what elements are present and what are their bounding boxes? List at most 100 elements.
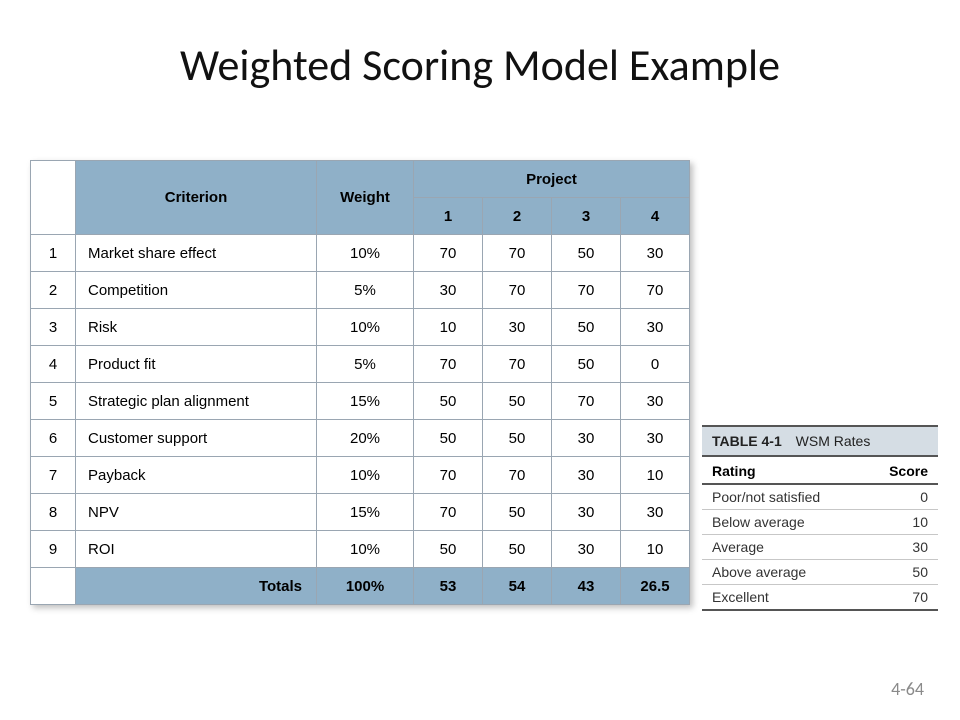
row-index: 5 [31, 383, 76, 420]
table-row: 4Product fit5%7070500 [31, 346, 690, 383]
table-row: 6Customer support20%50503030 [31, 420, 690, 457]
wsm-header-criterion: Criterion [76, 161, 317, 235]
row-p2: 70 [483, 272, 552, 309]
row-p1: 70 [414, 494, 483, 531]
row-p1: 70 [414, 235, 483, 272]
totals-blank [31, 568, 76, 605]
table-row: 7Payback10%70703010 [31, 457, 690, 494]
row-criterion: Product fit [76, 346, 317, 383]
row-p4: 10 [621, 531, 690, 568]
row-weight: 5% [317, 272, 414, 309]
row-weight: 15% [317, 383, 414, 420]
totals-p1: 53 [414, 568, 483, 605]
row-criterion: Market share effect [76, 235, 317, 272]
row-index: 7 [31, 457, 76, 494]
rate-score: 50 [864, 560, 938, 585]
totals-p2: 54 [483, 568, 552, 605]
table-row: 8NPV15%70503030 [31, 494, 690, 531]
row-weight: 10% [317, 457, 414, 494]
row-p2: 70 [483, 457, 552, 494]
wsm-header-p3: 3 [552, 198, 621, 235]
wsm-header-row-1: Criterion Weight Project [31, 161, 690, 198]
row-weight: 10% [317, 309, 414, 346]
rate-label: Above average [702, 560, 864, 585]
wsm-header-weight: Weight [317, 161, 414, 235]
row-p4: 30 [621, 494, 690, 531]
row-p3: 50 [552, 235, 621, 272]
row-criterion: Payback [76, 457, 317, 494]
row-p3: 70 [552, 272, 621, 309]
totals-weight: 100% [317, 568, 414, 605]
rates-table-name: WSM Rates [796, 433, 871, 449]
row-index: 4 [31, 346, 76, 383]
rate-score: 0 [864, 484, 938, 510]
row-p2: 50 [483, 531, 552, 568]
row-p2: 70 [483, 235, 552, 272]
wsm-header-p2: 2 [483, 198, 552, 235]
wsm-table-container: Criterion Weight Project 1 2 3 4 1Market… [30, 160, 690, 605]
row-index: 1 [31, 235, 76, 272]
list-item: Below average10 [702, 510, 938, 535]
row-p4: 70 [621, 272, 690, 309]
wsm-header-project: Project [414, 161, 690, 198]
row-index: 2 [31, 272, 76, 309]
rates-table: Rating Score Poor/not satisfied0Below av… [702, 457, 938, 611]
rate-label: Below average [702, 510, 864, 535]
row-criterion: Competition [76, 272, 317, 309]
row-criterion: ROI [76, 531, 317, 568]
table-row: 3Risk10%10305030 [31, 309, 690, 346]
row-criterion: Risk [76, 309, 317, 346]
wsm-header-blank [31, 161, 76, 235]
list-item: Average30 [702, 535, 938, 560]
row-p1: 50 [414, 383, 483, 420]
wsm-header-p1: 1 [414, 198, 483, 235]
rate-score: 30 [864, 535, 938, 560]
row-p4: 30 [621, 420, 690, 457]
row-p2: 50 [483, 494, 552, 531]
row-p1: 50 [414, 420, 483, 457]
totals-row: Totals100%53544326.5 [31, 568, 690, 605]
row-p2: 30 [483, 309, 552, 346]
totals-p4: 26.5 [621, 568, 690, 605]
row-p1: 30 [414, 272, 483, 309]
row-p3: 30 [552, 457, 621, 494]
list-item: Above average50 [702, 560, 938, 585]
rates-table-title: TABLE 4-1 WSM Rates [702, 425, 938, 457]
row-p2: 70 [483, 346, 552, 383]
row-weight: 15% [317, 494, 414, 531]
row-p2: 50 [483, 420, 552, 457]
rate-score: 70 [864, 585, 938, 611]
rates-header-rating: Rating [702, 457, 864, 484]
rates-table-body: Poor/not satisfied0Below average10Averag… [702, 484, 938, 610]
slide: Weighted Scoring Model Example Criterion… [0, 0, 960, 720]
page-number: 4-64 [891, 678, 924, 700]
list-item: Poor/not satisfied0 [702, 484, 938, 510]
rates-header-score: Score [864, 457, 938, 484]
list-item: Excellent70 [702, 585, 938, 611]
wsm-table: Criterion Weight Project 1 2 3 4 1Market… [30, 160, 690, 605]
row-p4: 10 [621, 457, 690, 494]
row-index: 9 [31, 531, 76, 568]
row-p1: 70 [414, 457, 483, 494]
rate-label: Excellent [702, 585, 864, 611]
table-row: 5Strategic plan alignment15%50507030 [31, 383, 690, 420]
row-p4: 0 [621, 346, 690, 383]
row-p2: 50 [483, 383, 552, 420]
row-criterion: Strategic plan alignment [76, 383, 317, 420]
row-p1: 50 [414, 531, 483, 568]
rate-label: Poor/not satisfied [702, 484, 864, 510]
row-weight: 10% [317, 531, 414, 568]
row-p1: 70 [414, 346, 483, 383]
rate-label: Average [702, 535, 864, 560]
row-p3: 30 [552, 531, 621, 568]
rate-score: 10 [864, 510, 938, 535]
table-row: 1Market share effect10%70705030 [31, 235, 690, 272]
row-weight: 10% [317, 235, 414, 272]
table-row: 2Competition5%30707070 [31, 272, 690, 309]
row-p3: 70 [552, 383, 621, 420]
row-p4: 30 [621, 235, 690, 272]
rates-table-container: TABLE 4-1 WSM Rates Rating Score Poor/no… [702, 425, 938, 611]
row-weight: 5% [317, 346, 414, 383]
table-row: 9ROI10%50503010 [31, 531, 690, 568]
slide-title: Weighted Scoring Model Example [0, 38, 960, 92]
